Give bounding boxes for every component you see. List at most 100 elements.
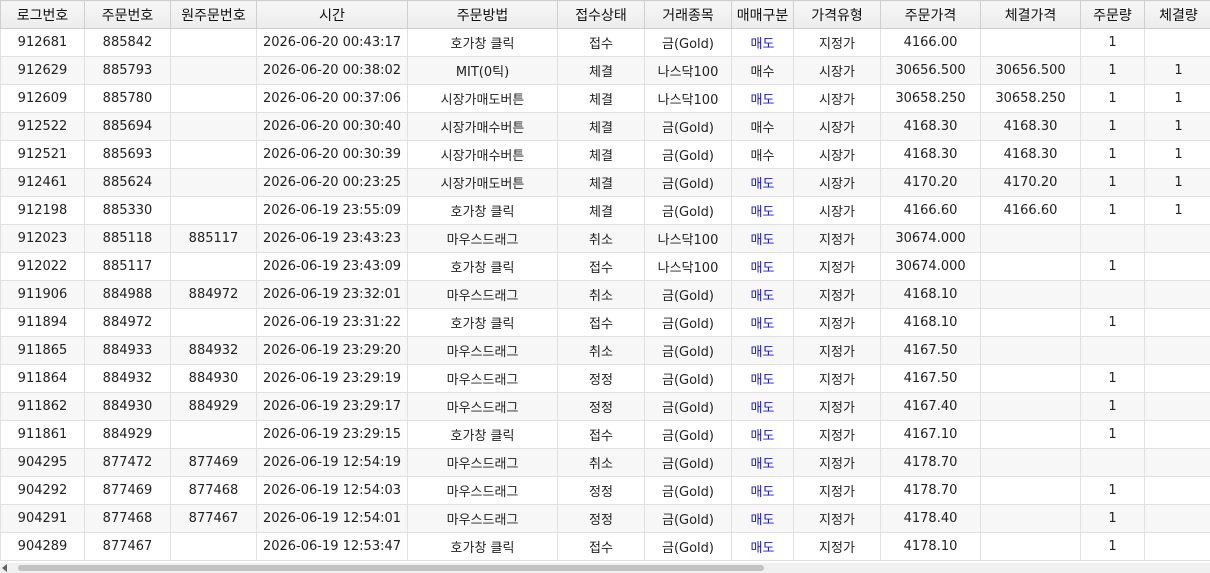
table-row[interactable]: 912198 885330 2026-06-19 23:55:09 호가창 클릭 체결 금…	[0, 196, 1210, 225]
cell-order-qty	[1080, 448, 1145, 477]
cell-receipt-status: 접수	[557, 252, 645, 281]
cell-receipt-status: 취소	[557, 336, 645, 365]
cell-side: 매도	[731, 280, 794, 309]
scroll-left-icon[interactable]	[2, 564, 7, 572]
table-row[interactable]: 912681 885842 2026-06-20 00:43:17 호가창 클릭 접수 금…	[0, 28, 1210, 57]
cell-log-no: 904292	[0, 476, 85, 505]
table-row[interactable]: 904292 877469 877468 2026-06-19 12:54:03 마우스…	[0, 476, 1210, 505]
cell-orig-order-no: 884972	[170, 280, 257, 309]
table-row[interactable]: 912521 885693 2026-06-20 00:30:39 시장가매수버튼 체결…	[0, 140, 1210, 169]
cell-time: 2026-06-19 23:32:01	[256, 280, 408, 309]
cell-fill-price	[980, 504, 1081, 533]
table-row[interactable]: 912461 885624 2026-06-20 00:23:25 시장가매도버튼 체결…	[0, 168, 1210, 197]
cell-receipt-status: 정정	[557, 504, 645, 533]
cell-time: 2026-06-19 23:55:09	[256, 196, 408, 225]
cell-order-price: 4168.10	[880, 280, 981, 309]
table-row[interactable]: 912629 885793 2026-06-20 00:38:02 MIT(0틱) 체결…	[0, 56, 1210, 85]
cell-fill-qty	[1144, 420, 1210, 449]
cell-order-qty: 1	[1080, 84, 1145, 113]
col-header-order-price[interactable]: 주문가격	[880, 0, 981, 29]
table-row[interactable]: 904295 877472 877469 2026-06-19 12:54:19 마우스…	[0, 448, 1210, 477]
cell-price-type: 지정가	[793, 224, 881, 253]
col-header-order-no[interactable]: 주문번호	[84, 0, 171, 29]
table-row[interactable]: 911864 884932 884930 2026-06-19 23:29:19 마우스…	[0, 364, 1210, 393]
horizontal-scrollbar[interactable]	[0, 563, 1210, 573]
col-header-fill-qty[interactable]: 체결량	[1144, 0, 1210, 29]
cell-order-qty: 1	[1080, 112, 1145, 141]
cell-order-no: 885793	[84, 56, 171, 85]
cell-time: 2026-06-19 23:43:23	[256, 224, 408, 253]
cell-fill-qty: 1	[1144, 84, 1210, 113]
header-row: 로그번호 주문번호 원주문번호 시간 주문방법 접수상태 거래종목 매매구분 가…	[0, 0, 1210, 29]
cell-fill-qty: 1	[1144, 196, 1210, 225]
cell-side: 매수	[731, 140, 794, 169]
cell-fill-qty	[1144, 504, 1210, 533]
table-row[interactable]: 911862 884930 884929 2026-06-19 23:29:17 마우스…	[0, 392, 1210, 421]
cell-time: 2026-06-19 23:31:22	[256, 308, 408, 337]
cell-price-type: 지정가	[793, 308, 881, 337]
cell-receipt-status: 체결	[557, 168, 645, 197]
cell-side: 매도	[731, 336, 794, 365]
cell-orig-order-no	[170, 112, 257, 141]
col-header-price-type[interactable]: 가격유형	[793, 0, 881, 29]
cell-orig-order-no: 884930	[170, 364, 257, 393]
table-row[interactable]: 911861 884929 2026-06-19 23:29:15 호가창 클릭 접수 금…	[0, 420, 1210, 449]
table-row[interactable]: 912023 885118 885117 2026-06-19 23:43:23 마우스…	[0, 224, 1210, 253]
cell-order-method: 마우스드래그	[407, 448, 558, 477]
cell-side: 매도	[731, 308, 794, 337]
col-header-side[interactable]: 매매구분	[731, 0, 794, 29]
cell-order-no: 884933	[84, 336, 171, 365]
cell-order-price: 4178.40	[880, 504, 981, 533]
cell-fill-price	[980, 364, 1081, 393]
cell-receipt-status: 정정	[557, 392, 645, 421]
cell-log-no: 912629	[0, 56, 85, 85]
cell-side: 매도	[731, 420, 794, 449]
cell-order-no: 884988	[84, 280, 171, 309]
col-header-order-method[interactable]: 주문방법	[407, 0, 558, 29]
cell-price-type: 지정가	[793, 476, 881, 505]
cell-orig-order-no	[170, 420, 257, 449]
cell-log-no: 912023	[0, 224, 85, 253]
table-row[interactable]: 912609 885780 2026-06-20 00:37:06 시장가매도버튼 체결…	[0, 84, 1210, 113]
col-header-order-qty[interactable]: 주문량	[1080, 0, 1145, 29]
scrollbar-thumb[interactable]	[18, 565, 764, 571]
table-row[interactable]: 904289 877467 2026-06-19 12:53:47 호가창 클릭 접수 금…	[0, 532, 1210, 561]
cell-order-no: 885693	[84, 140, 171, 169]
cell-instrument: 금(Gold)	[644, 140, 732, 169]
table-row[interactable]: 904291 877468 877467 2026-06-19 12:54:01 마우스…	[0, 504, 1210, 533]
cell-order-method: 시장가매도버튼	[407, 84, 558, 113]
cell-fill-qty	[1144, 392, 1210, 421]
table-row[interactable]: 911865 884933 884932 2026-06-19 23:29:20 마우스…	[0, 336, 1210, 365]
cell-log-no: 904291	[0, 504, 85, 533]
cell-receipt-status: 접수	[557, 308, 645, 337]
cell-fill-qty	[1144, 252, 1210, 281]
cell-orig-order-no: 885117	[170, 224, 257, 253]
cell-order-method: 호가창 클릭	[407, 532, 558, 561]
cell-order-price: 4168.30	[880, 112, 981, 141]
col-header-receipt-status[interactable]: 접수상태	[557, 0, 645, 29]
col-header-instrument[interactable]: 거래종목	[644, 0, 732, 29]
cell-orig-order-no	[170, 196, 257, 225]
cell-orig-order-no	[170, 28, 257, 57]
col-header-time[interactable]: 시간	[256, 0, 408, 29]
table-row[interactable]: 911906 884988 884972 2026-06-19 23:32:01 마우스…	[0, 280, 1210, 309]
table-row[interactable]: 912522 885694 2026-06-20 00:30:40 시장가매수버튼 체결…	[0, 112, 1210, 141]
cell-instrument: 나스닥100	[644, 84, 732, 113]
cell-time: 2026-06-19 12:54:19	[256, 448, 408, 477]
cell-order-method: 호가창 클릭	[407, 420, 558, 449]
cell-orig-order-no: 877467	[170, 504, 257, 533]
table-row[interactable]: 912022 885117 2026-06-19 23:43:09 호가창 클릭 접수 나…	[0, 252, 1210, 281]
col-header-fill-price[interactable]: 체결가격	[980, 0, 1081, 29]
cell-fill-qty	[1144, 280, 1210, 309]
cell-time: 2026-06-19 23:29:15	[256, 420, 408, 449]
col-header-log-no[interactable]: 로그번호	[0, 0, 85, 29]
cell-order-no: 877468	[84, 504, 171, 533]
col-header-orig-order-no[interactable]: 원주문번호	[170, 0, 257, 29]
cell-instrument: 금(Gold)	[644, 308, 732, 337]
cell-instrument: 나스닥100	[644, 56, 732, 85]
cell-order-method: 마우스드래그	[407, 280, 558, 309]
cell-side: 매도	[731, 168, 794, 197]
cell-orig-order-no	[170, 140, 257, 169]
cell-orig-order-no	[170, 532, 257, 561]
table-row[interactable]: 911894 884972 2026-06-19 23:31:22 호가창 클릭 접수 금…	[0, 308, 1210, 337]
